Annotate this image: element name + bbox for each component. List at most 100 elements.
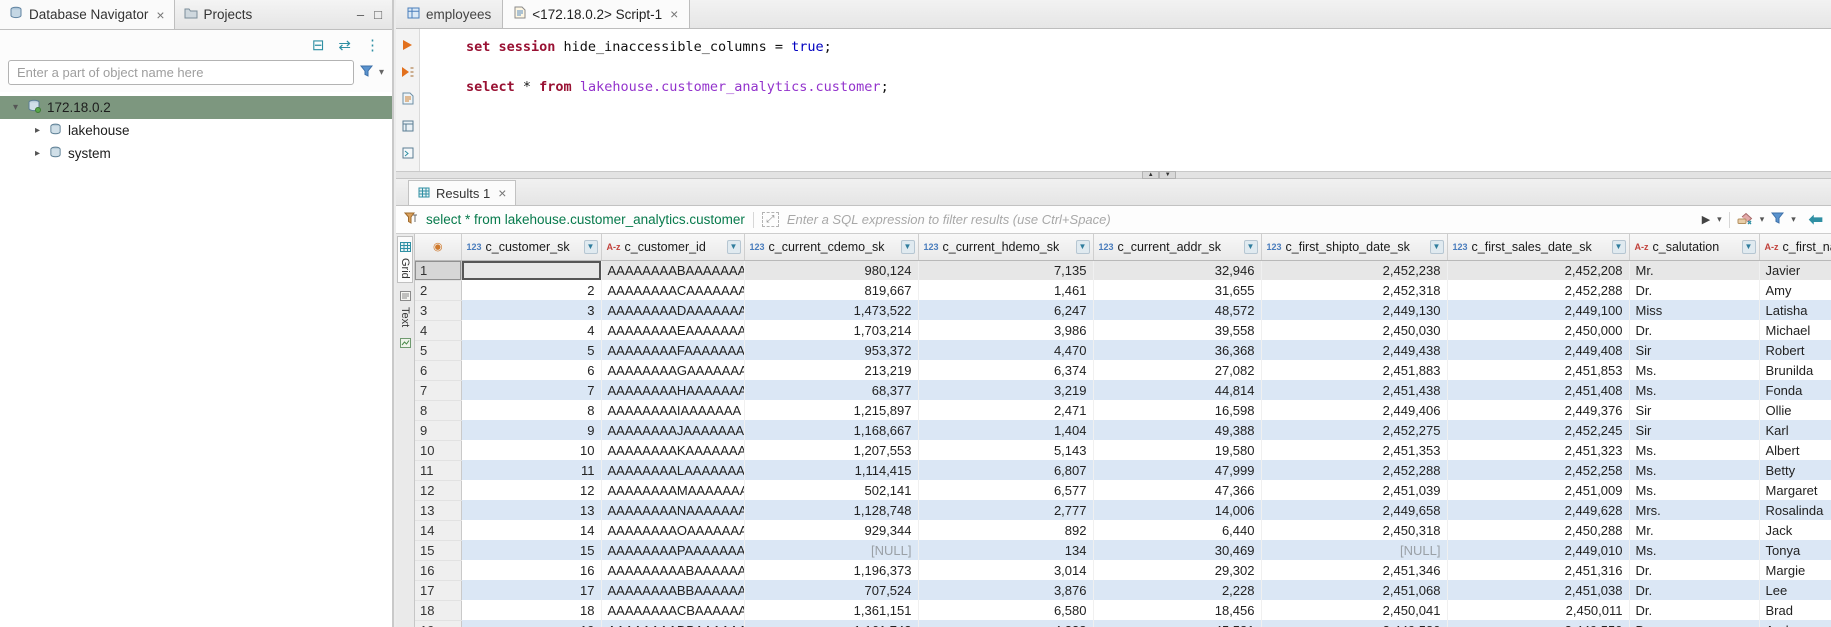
grid-cell[interactable]: 2,450,318 xyxy=(1261,520,1447,540)
grid-cell[interactable]: 2,450,041 xyxy=(1261,600,1447,620)
grid-cell[interactable]: 2,471 xyxy=(918,400,1093,420)
grid-cell[interactable]: 2,449,658 xyxy=(1261,500,1447,520)
grid-cell[interactable]: 2,451,408 xyxy=(1447,380,1629,400)
explain-plan-button[interactable] xyxy=(401,92,415,105)
collapsed-icon[interactable]: ▸ xyxy=(32,148,43,159)
statement-log-button[interactable] xyxy=(401,119,415,132)
grid-cell[interactable]: 16 xyxy=(461,560,601,580)
grid-cell[interactable]: 2,451,353 xyxy=(1261,440,1447,460)
grid-cell[interactable]: Brunilda xyxy=(1759,360,1831,380)
row-number[interactable]: 11 xyxy=(415,460,461,480)
grid-cell[interactable]: 6,577 xyxy=(918,480,1093,500)
grid-cell[interactable]: 1,404 xyxy=(918,420,1093,440)
row-number[interactable]: 3 xyxy=(415,300,461,320)
clear-filter-eraser-icon[interactable] xyxy=(1737,212,1753,228)
column-header-c_first_sales_date_sk[interactable]: 123c_first_sales_date_sk▼ xyxy=(1447,234,1629,260)
grid-cell[interactable]: 2,449,550 xyxy=(1447,620,1629,627)
grid-cell[interactable]: 2,451,038 xyxy=(1447,580,1629,600)
row-number[interactable]: 6 xyxy=(415,360,461,380)
tab-projects[interactable]: Projects xyxy=(175,0,262,29)
grid-cell[interactable]: Tonya xyxy=(1759,540,1831,560)
grid-cell[interactable]: 1,196,373 xyxy=(744,560,918,580)
column-header-c_customer_id[interactable]: A-zc_customer_id▼ xyxy=(601,234,744,260)
grid-cell[interactable]: AAAAAAAAGAAAAAAA xyxy=(601,360,744,380)
grid-cell[interactable]: 19,580 xyxy=(1093,440,1261,460)
grid-cell[interactable]: 980,124 xyxy=(744,260,918,280)
grid-cell[interactable]: Javier xyxy=(1759,260,1831,280)
grid-cell[interactable]: 2,451,316 xyxy=(1447,560,1629,580)
tab-script-1[interactable]: <172.18.0.2> Script-1 × xyxy=(502,0,690,28)
grid-cell[interactable]: 2,450,000 xyxy=(1447,320,1629,340)
grid-cell[interactable]: 2,452,275 xyxy=(1261,420,1447,440)
grid-cell[interactable]: 31,655 xyxy=(1093,280,1261,300)
selected-cell[interactable] xyxy=(461,260,601,280)
grid-cell[interactable]: 3,986 xyxy=(918,320,1093,340)
grid-cell[interactable]: Albert xyxy=(1759,440,1831,460)
grid-cell[interactable]: 6,807 xyxy=(918,460,1093,480)
tree-item-system[interactable]: ▸ system xyxy=(0,142,392,165)
sort-dropdown-icon[interactable]: ▼ xyxy=(1076,240,1090,254)
grid-cell[interactable]: 2,451,009 xyxy=(1447,480,1629,500)
row-number[interactable]: 5 xyxy=(415,340,461,360)
grid-cell[interactable]: 213,219 xyxy=(744,360,918,380)
grid-cell[interactable]: 19 xyxy=(461,620,601,627)
column-header-c_current_hdemo_sk[interactable]: 123c_current_hdemo_sk▼ xyxy=(918,234,1093,260)
grid-cell[interactable]: 13 xyxy=(461,500,601,520)
grid-cell[interactable]: 2,452,208 xyxy=(1447,260,1629,280)
grid-cell[interactable]: 44,814 xyxy=(1093,380,1261,400)
sort-dropdown-icon[interactable]: ▼ xyxy=(1244,240,1258,254)
grid-cell[interactable]: Andre xyxy=(1759,620,1831,627)
grid-cell[interactable]: 1,128,748 xyxy=(744,500,918,520)
grid-cell[interactable]: [NULL] xyxy=(744,540,918,560)
grid-cell[interactable]: 2 xyxy=(461,280,601,300)
grid-cell[interactable]: 3,219 xyxy=(918,380,1093,400)
grid-cell[interactable]: 16,598 xyxy=(1093,400,1261,420)
collapse-all-icon[interactable]: ⊟ xyxy=(312,36,325,54)
grid-cell[interactable]: 2,449,376 xyxy=(1447,400,1629,420)
results-grid-scroll[interactable]: ◉123c_customer_sk▼A-zc_customer_id▼123c_… xyxy=(415,234,1831,627)
grid-cell[interactable]: 2,450,288 xyxy=(1447,520,1629,540)
grid-cell[interactable]: 1,114,415 xyxy=(744,460,918,480)
grid-cell[interactable]: AAAAAAAAABAAAAAA xyxy=(601,560,744,580)
grid-cell[interactable]: 29,302 xyxy=(1093,560,1261,580)
grid-cell[interactable]: AAAAAAAACAAAAAAA xyxy=(601,280,744,300)
grid-cell[interactable]: Ms. xyxy=(1629,380,1759,400)
grid-cell[interactable]: Fonda xyxy=(1759,380,1831,400)
apply-filter-play-icon[interactable]: ▶ xyxy=(1702,213,1710,226)
grid-cell[interactable]: 2,450,030 xyxy=(1261,320,1447,340)
grid-cell[interactable]: Brad xyxy=(1759,600,1831,620)
tab-extra-presentation[interactable] xyxy=(399,333,412,354)
grid-cell[interactable]: Rosalinda xyxy=(1759,500,1831,520)
grid-cell[interactable]: 47,999 xyxy=(1093,460,1261,480)
grid-cell[interactable]: 17 xyxy=(461,580,601,600)
grid-cell[interactable]: Dr. xyxy=(1629,280,1759,300)
close-icon[interactable]: × xyxy=(498,185,506,201)
grid-cell[interactable]: 4,238 xyxy=(918,620,1093,627)
grid-cell[interactable]: 6,247 xyxy=(918,300,1093,320)
column-header-c_current_addr_sk[interactable]: 123c_current_addr_sk▼ xyxy=(1093,234,1261,260)
grid-cell[interactable]: 18 xyxy=(461,600,601,620)
grid-cell[interactable]: AAAAAAAANAAAAAAA xyxy=(601,500,744,520)
grid-cell[interactable]: AAAAAAAABBAAAAAA xyxy=(601,580,744,600)
grid-cell[interactable]: 2,451,039 xyxy=(1261,480,1447,500)
grid-cell[interactable]: AAAAAAAACBAAAAAA xyxy=(601,600,744,620)
grid-cell[interactable]: 48,572 xyxy=(1093,300,1261,320)
grid-cell[interactable]: Ms. xyxy=(1629,460,1759,480)
grid-cell[interactable]: 1,703,214 xyxy=(744,320,918,340)
grid-cell[interactable]: 47,366 xyxy=(1093,480,1261,500)
filter-expression-input[interactable]: Enter a SQL expression to filter results… xyxy=(787,212,1694,227)
row-number[interactable]: 17 xyxy=(415,580,461,600)
grid-cell[interactable]: 7,135 xyxy=(918,260,1093,280)
grid-cell[interactable]: 953,372 xyxy=(744,340,918,360)
grid-cell[interactable]: 9 xyxy=(461,420,601,440)
grid-cell[interactable]: 14 xyxy=(461,520,601,540)
tree-item-connection[interactable]: ▾ 172.18.0.2 xyxy=(0,96,392,119)
grid-cell[interactable]: AAAAAAAAKAAAAAAA xyxy=(601,440,744,460)
grid-cell[interactable]: 3 xyxy=(461,300,601,320)
grid-cell[interactable]: [NULL] xyxy=(1261,540,1447,560)
grid-cell[interactable]: 2,452,238 xyxy=(1261,260,1447,280)
grid-cell[interactable]: 2,449,438 xyxy=(1261,340,1447,360)
filter-expand-icon[interactable]: ⤢ xyxy=(762,212,779,227)
grid-cell[interactable]: 2,451,068 xyxy=(1261,580,1447,600)
row-number[interactable]: 8 xyxy=(415,400,461,420)
